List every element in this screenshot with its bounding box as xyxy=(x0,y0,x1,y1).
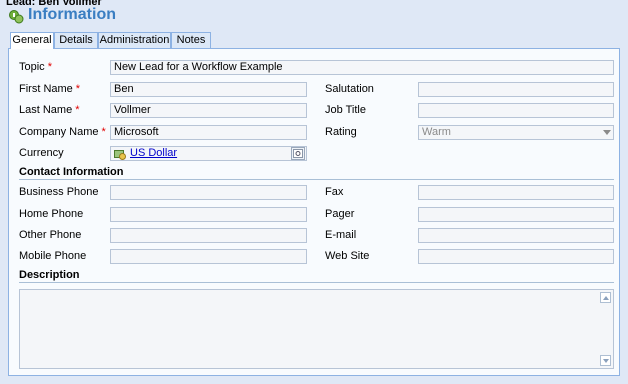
description-textarea[interactable] xyxy=(19,289,614,369)
salutation-label: Salutation xyxy=(325,83,374,95)
form-info-icon xyxy=(9,10,24,24)
business-phone-field[interactable] xyxy=(110,185,307,200)
required-marker: * xyxy=(75,83,81,95)
home-phone-label: Home Phone xyxy=(19,208,84,220)
currency-lookup: US Dollar xyxy=(110,146,307,161)
required-marker: * xyxy=(47,61,52,73)
last-name-field[interactable]: Vollmer xyxy=(110,103,307,118)
arrow-down-icon xyxy=(603,359,609,363)
form-header: Lead: Ben Vollmer Information xyxy=(0,0,628,32)
tab-notes[interactable]: Notes xyxy=(171,32,211,48)
chevron-down-icon xyxy=(603,130,611,135)
topic-label: Topic * xyxy=(19,61,52,73)
web-site-field[interactable] xyxy=(418,249,614,264)
currency-link[interactable]: US Dollar xyxy=(130,147,177,160)
general-tab-panel: Topic * New Lead for a Workflow Example F… xyxy=(8,48,620,376)
currency-icon xyxy=(114,150,126,160)
topic-field[interactable]: New Lead for a Workflow Example xyxy=(110,60,614,75)
email-label: E-mail xyxy=(325,229,357,241)
currency-label: Currency xyxy=(19,147,64,159)
section-divider xyxy=(19,179,614,180)
required-marker: * xyxy=(75,104,80,116)
tab-administration[interactable]: Administration xyxy=(98,32,171,48)
business-phone-label: Business Phone xyxy=(19,186,99,198)
rating-value: Warm xyxy=(422,126,451,138)
mobile-phone-field[interactable] xyxy=(110,249,307,264)
company-name-field[interactable]: Microsoft xyxy=(110,125,307,140)
section-divider xyxy=(19,282,614,283)
contact-information-header: Contact Information xyxy=(19,166,124,178)
fax-label: Fax xyxy=(325,186,344,198)
pager-label: Pager xyxy=(325,208,355,220)
home-phone-field[interactable] xyxy=(110,207,307,222)
rating-select[interactable]: Warm xyxy=(418,125,614,140)
pager-field[interactable] xyxy=(418,207,614,222)
scroll-up-button[interactable] xyxy=(600,292,611,303)
mobile-phone-label: Mobile Phone xyxy=(19,250,87,262)
job-title-field[interactable] xyxy=(418,103,614,118)
email-field[interactable] xyxy=(418,228,614,243)
arrow-up-icon xyxy=(603,296,609,300)
job-title-label: Job Title xyxy=(325,104,366,116)
required-marker: * xyxy=(101,126,106,138)
web-site-label: Web Site xyxy=(325,250,370,262)
salutation-field[interactable] xyxy=(418,82,614,97)
other-phone-label: Other Phone xyxy=(19,229,82,241)
company-name-label: Company Name * xyxy=(19,126,106,138)
first-name-field[interactable]: Ben xyxy=(110,82,307,97)
fax-field[interactable] xyxy=(418,185,614,200)
page-title: Information xyxy=(28,6,116,23)
other-phone-field[interactable] xyxy=(110,228,307,243)
tab-details[interactable]: Details xyxy=(54,32,98,48)
scroll-down-button[interactable] xyxy=(600,355,611,366)
description-header: Description xyxy=(19,269,80,281)
lookup-icon[interactable] xyxy=(291,147,305,160)
tab-general[interactable]: General xyxy=(10,32,54,49)
first-name-label: First Name * xyxy=(19,83,81,95)
rating-label: Rating xyxy=(325,126,357,138)
last-name-label: Last Name * xyxy=(19,104,80,116)
